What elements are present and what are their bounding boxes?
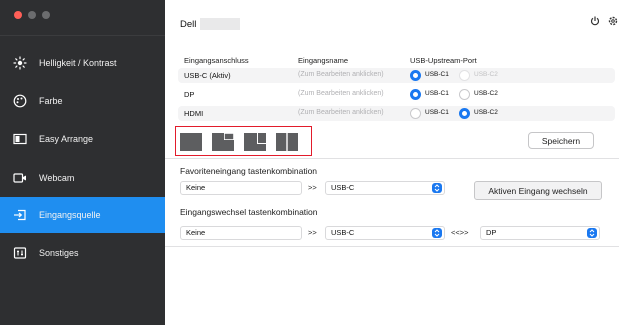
switch-input-b-select[interactable]: DP xyxy=(480,226,600,240)
monitor-name: Dell xyxy=(180,18,197,30)
usb-c1-radio[interactable] xyxy=(410,89,421,100)
usb-c1-radio[interactable] xyxy=(410,70,421,81)
shortcut-arrow: >> xyxy=(308,228,317,237)
sidebar-item-misc[interactable]: Sonstiges xyxy=(0,235,165,271)
favorite-shortcut-key-field[interactable]: Keine xyxy=(180,181,302,195)
sidebar-item-label: Webcam xyxy=(39,173,75,183)
single-layout-icon[interactable] xyxy=(180,133,202,151)
zoom-window-button[interactable] xyxy=(42,11,50,19)
select-value: USB-C xyxy=(331,183,355,192)
main-panel: Dell Eingangsanschluss Eingangsname USB-… xyxy=(165,0,619,325)
sidebar-item-label: Farbe xyxy=(39,96,63,106)
usb-c1-label: USB-C1 xyxy=(425,109,449,116)
input-name-field[interactable]: (Zum Bearbeiten anklicken) xyxy=(298,90,384,97)
usb-c1-label: USB-C1 xyxy=(425,71,449,78)
sidebar-item-label: Helligkeit / Kontrast xyxy=(39,58,117,68)
col-header-usb: USB-Upstream-Port xyxy=(410,56,477,65)
usb-c2-label: USB-C2 xyxy=(474,90,498,97)
input-port-label: DP xyxy=(184,90,195,99)
app-window: Helligkeit / Kontrast Farbe Easy Arrange… xyxy=(0,0,619,325)
switch-shortcut-label: Eingangswechsel tastenkombination xyxy=(180,207,318,217)
section-divider xyxy=(165,158,619,159)
power-icon[interactable] xyxy=(589,15,601,29)
settings-icon[interactable] xyxy=(607,15,619,29)
usb-c1-label: USB-C1 xyxy=(425,90,449,97)
usb-c2-radio xyxy=(459,70,470,81)
favorite-shortcut-label: Favoriteneingang tastenkombination xyxy=(180,166,318,176)
monitor-model-redacted xyxy=(200,18,241,30)
minimize-window-button[interactable] xyxy=(28,11,36,19)
input-name-field[interactable]: (Zum Bearbeiten anklicken) xyxy=(298,109,384,116)
page-title: Dell xyxy=(180,18,241,30)
col-header-name: Eingangsname xyxy=(298,56,349,65)
split-layout-icon[interactable] xyxy=(276,133,298,151)
chevron-updown-icon xyxy=(432,228,442,238)
sidebar: Helligkeit / Kontrast Farbe Easy Arrange… xyxy=(0,0,165,325)
sidebar-item-label: Easy Arrange xyxy=(39,134,94,144)
sidebar-divider xyxy=(0,35,165,36)
easy-arrange-icon xyxy=(13,132,27,146)
misc-icon xyxy=(13,246,27,260)
input-port-label: USB-C (Aktiv) xyxy=(184,71,231,80)
swap-symbol: <<>> xyxy=(451,228,469,237)
input-row-usbc: USB-C (Aktiv) (Zum Bearbeiten anklicken)… xyxy=(178,68,615,83)
pbp-corner-layout-icon[interactable] xyxy=(212,133,234,151)
save-button[interactable]: Speichern xyxy=(528,132,594,149)
usb-c2-label: USB-C2 xyxy=(474,71,498,78)
usb-c2-radio[interactable] xyxy=(459,108,470,119)
input-port-label: HDMI xyxy=(184,109,204,118)
chevron-updown-icon xyxy=(587,228,597,238)
header-icons xyxy=(589,15,619,29)
favorite-input-select[interactable]: USB-C xyxy=(325,181,445,195)
sidebar-item-label: Sonstiges xyxy=(39,248,79,258)
switch-active-input-button[interactable]: Aktiven Eingang wechseln xyxy=(474,181,602,200)
usb-c2-radio[interactable] xyxy=(459,89,470,100)
brightness-icon xyxy=(13,56,27,70)
switch-shortcut-key-field[interactable]: Keine xyxy=(180,226,302,240)
select-value: DP xyxy=(486,228,497,237)
usb-c2-label: USB-C2 xyxy=(474,109,498,116)
input-row-hdmi: HDMI (Zum Bearbeiten anklicken) USB-C1 U… xyxy=(178,106,615,121)
sidebar-item-label: Eingangsquelle xyxy=(39,210,101,220)
palette-icon xyxy=(13,94,27,108)
input-row-dp: DP (Zum Bearbeiten anklicken) USB-C1 USB… xyxy=(178,87,615,102)
sidebar-item-color[interactable]: Farbe xyxy=(0,83,165,119)
col-header-port: Eingangsanschluss xyxy=(184,56,249,65)
sidebar-item-webcam[interactable]: Webcam xyxy=(0,160,165,196)
usb-c1-radio[interactable] xyxy=(410,108,421,119)
input-name-field[interactable]: (Zum Bearbeiten anklicken) xyxy=(298,71,384,78)
switch-input-a-select[interactable]: USB-C xyxy=(325,226,445,240)
input-source-icon xyxy=(13,208,27,222)
sidebar-item-brightness[interactable]: Helligkeit / Kontrast xyxy=(0,45,165,81)
layout-presets-highlight xyxy=(175,126,312,156)
section-divider xyxy=(165,246,619,247)
shortcut-arrow: >> xyxy=(308,183,317,192)
window-controls xyxy=(14,11,50,19)
close-window-button[interactable] xyxy=(14,11,22,19)
sidebar-item-easy-arrange[interactable]: Easy Arrange xyxy=(0,121,165,157)
webcam-icon xyxy=(13,171,27,185)
chevron-updown-icon xyxy=(432,183,442,193)
pip-layout-icon[interactable] xyxy=(244,133,266,151)
sidebar-item-input-source[interactable]: Eingangsquelle xyxy=(0,197,165,233)
select-value: USB-C xyxy=(331,228,355,237)
